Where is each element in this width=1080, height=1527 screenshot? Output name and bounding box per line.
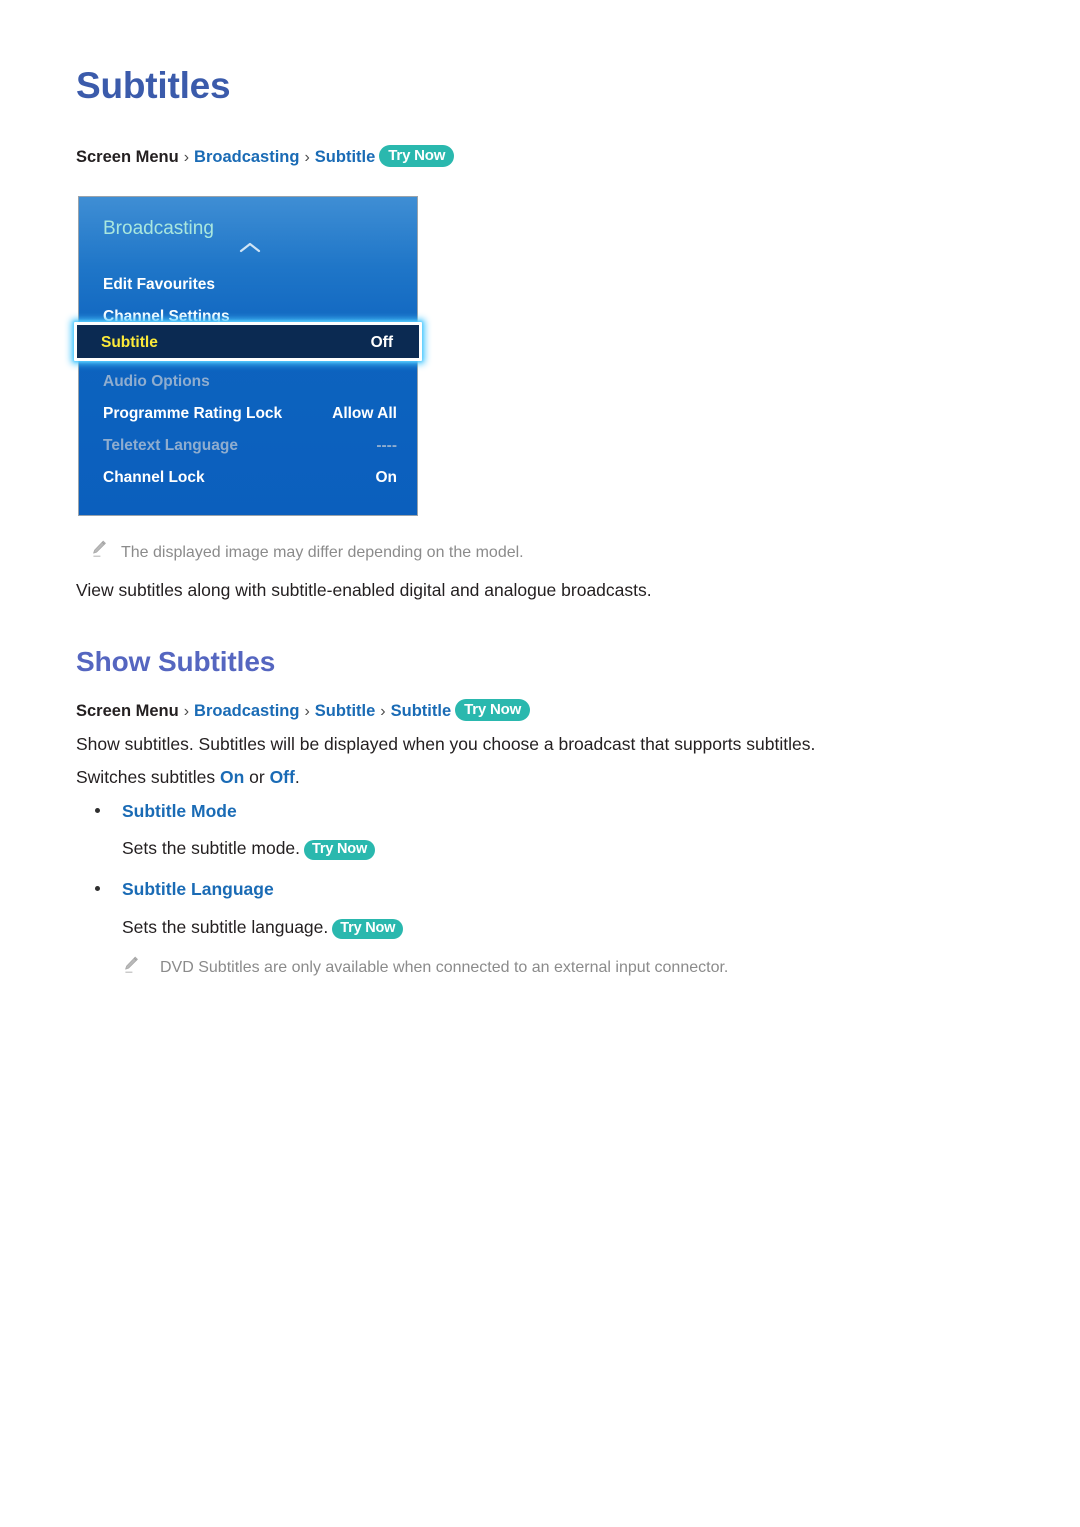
- tv-menu-row-audio-options: Audio Options: [79, 366, 417, 398]
- breadcrumb-item-subtitle[interactable]: Subtitle: [315, 148, 376, 166]
- switch-prefix-text: Switches subtitles: [76, 767, 220, 787]
- try-now-badge[interactable]: Try Now: [332, 919, 404, 939]
- pencil-icon: [90, 539, 108, 559]
- breadcrumb-item-broadcasting[interactable]: Broadcasting: [194, 148, 299, 166]
- tv-menu-row-label: Edit Favourites: [103, 276, 215, 293]
- tv-menu-row-teletext-language: Teletext Language ----: [79, 430, 417, 462]
- tv-menu-row-label: Programme Rating Lock: [103, 405, 283, 422]
- bullet-icon: [95, 808, 100, 813]
- option-label[interactable]: Subtitle Mode: [122, 799, 237, 823]
- try-now-badge[interactable]: Try Now: [304, 840, 376, 860]
- breadcrumb-root: Screen Menu: [76, 702, 179, 720]
- switch-suffix-text: .: [294, 767, 300, 787]
- tv-menu-row-label: Subtitle: [101, 334, 158, 351]
- try-now-badge[interactable]: Try Now: [455, 699, 531, 721]
- option-description-subtitle-mode: Sets the subtitle mode. Try Now: [122, 836, 376, 860]
- breadcrumb-separator-icon: ›: [380, 703, 386, 720]
- tv-menu-row-value: Allow All: [332, 405, 397, 422]
- breadcrumb-item-broadcasting[interactable]: Broadcasting: [194, 702, 299, 720]
- breadcrumb-separator-icon: ›: [304, 703, 310, 720]
- tv-menu-row-channel-lock[interactable]: Channel Lock On: [79, 462, 417, 494]
- tv-menu-row-value: Off: [370, 334, 393, 351]
- tv-menu-row-label: Teletext Language: [103, 437, 238, 454]
- try-now-badge[interactable]: Try Now: [379, 145, 455, 167]
- option-description-text: Sets the subtitle mode.: [122, 838, 301, 858]
- switch-value-on: On: [219, 767, 245, 787]
- description-line-1: Show subtitles. Subtitles will be displa…: [76, 734, 816, 754]
- tv-menu-row-value: ----: [376, 437, 397, 454]
- option-label[interactable]: Subtitle Language: [122, 877, 274, 901]
- tv-menu-row-label: Channel Lock: [103, 469, 205, 486]
- tv-menu-row-programme-rating-lock[interactable]: Programme Rating Lock Allow All: [79, 398, 417, 430]
- intro-paragraph: View subtitles along with subtitle-enabl…: [76, 580, 652, 600]
- breadcrumb-separator-icon: ›: [304, 149, 310, 166]
- switch-value-off: Off: [269, 767, 295, 787]
- option-description-subtitle-language: Sets the subtitle language. Try Now: [122, 915, 404, 939]
- bullet-icon: [95, 886, 100, 891]
- tv-menu-row-edit-favourites[interactable]: Edit Favourites: [79, 269, 417, 301]
- tv-menu-row-subtitle-selected[interactable]: Subtitle Off: [74, 322, 422, 361]
- breadcrumb-root: Screen Menu: [76, 148, 179, 166]
- document-page: Subtitles Screen Menu › Broadcasting › Subti…: [0, 0, 1080, 1527]
- page-title: Subtitles: [76, 65, 231, 106]
- chevron-up-icon[interactable]: [239, 241, 261, 253]
- breadcrumb-section: Screen Menu › Broadcasting › Subtitle › Subtit…: [76, 699, 531, 723]
- switch-mid-text: or: [244, 767, 270, 787]
- note-text: The displayed image may differ depending…: [121, 544, 524, 561]
- note-text: DVD Subtitles are only available when co…: [160, 959, 729, 976]
- breadcrumb-separator-icon: ›: [183, 149, 190, 166]
- pencil-icon: [122, 955, 140, 975]
- description-line-2: Switches subtitles On or Off.: [76, 765, 300, 789]
- tv-menu-title: Broadcasting: [103, 218, 214, 239]
- breadcrumb-top: Screen Menu › Broadcasting › Subtitle Try Now: [76, 145, 455, 169]
- option-description-text: Sets the subtitle language.: [122, 917, 329, 937]
- breadcrumb-separator-icon: ›: [183, 703, 190, 720]
- tv-menu-row-label: Audio Options: [103, 373, 210, 390]
- breadcrumb-item-subtitle-sub[interactable]: Subtitle: [391, 702, 452, 720]
- tv-menu-row-value: On: [375, 469, 397, 486]
- section-heading: Show Subtitles: [76, 646, 276, 677]
- breadcrumb-item-subtitle[interactable]: Subtitle: [315, 702, 376, 720]
